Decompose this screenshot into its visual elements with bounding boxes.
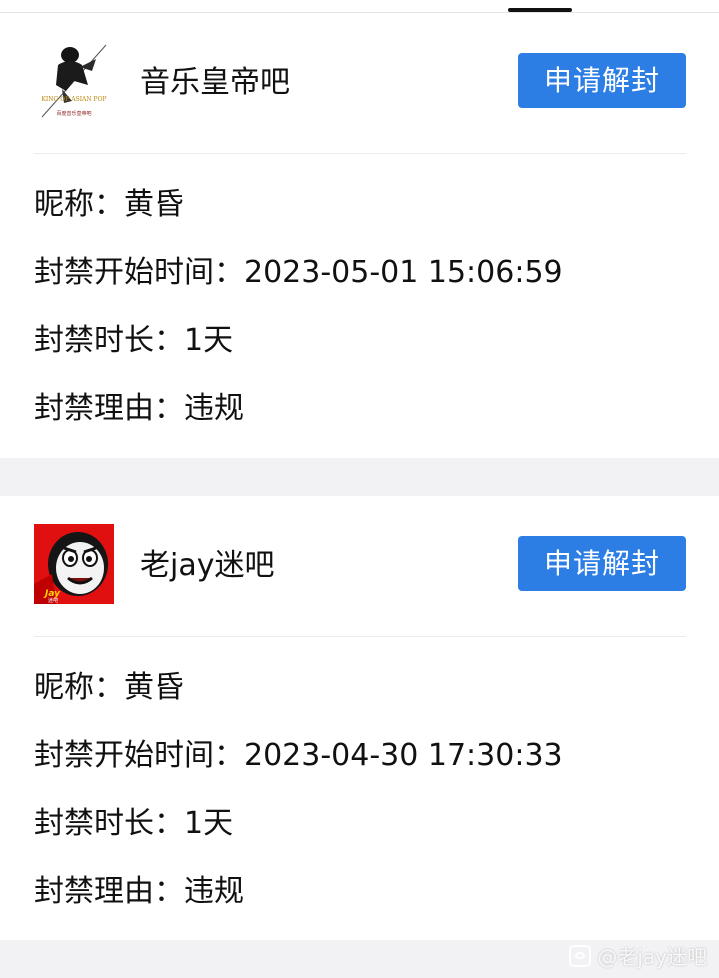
appeal-unban-button[interactable]: 申请解封	[518, 53, 686, 108]
active-tab-indicator	[508, 8, 572, 12]
ban-reason-row: 封禁理由：违规	[34, 872, 694, 940]
ban-start-time-row: 封禁开始时间：2023-05-01 15:06:59	[34, 253, 694, 321]
ban-start-time-label: 封禁开始时间：	[34, 738, 244, 773]
svg-text:百度音乐皇帝吧: 百度音乐皇帝吧	[56, 110, 91, 117]
jay-fan-avatar-icon: Jay 迷吧	[34, 524, 114, 604]
svg-text:KING OF ASIAN POP: KING OF ASIAN POP	[41, 96, 106, 103]
ban-reason-value: 违规	[184, 391, 244, 426]
nickname-row: 昵称：黄昏	[34, 668, 694, 736]
ban-card-header: Jay 迷吧 老jay迷吧 申请解封	[34, 496, 686, 637]
tieba-logo-icon	[569, 944, 592, 967]
nickname-value: 黄昏	[124, 670, 184, 705]
ban-duration-label: 封禁时长：	[34, 323, 184, 358]
ban-duration-row: 封禁时长：1天	[34, 804, 694, 872]
ban-duration-value: 1天	[184, 806, 234, 841]
ban-start-time-value: 2023-05-01 15:06:59	[244, 255, 563, 290]
ban-info-list: 昵称：黄昏 封禁开始时间：2023-05-01 15:06:59 封禁时长：1天…	[34, 185, 694, 457]
ban-card-header: KING OF ASIAN POP 百度音乐皇帝吧 音乐皇帝吧 申请解封	[34, 13, 686, 154]
nickname-label: 昵称：	[34, 187, 124, 222]
ban-card: KING OF ASIAN POP 百度音乐皇帝吧 音乐皇帝吧 申请解封 昵称：…	[0, 13, 719, 458]
ban-duration-row: 封禁时长：1天	[34, 321, 694, 389]
ban-card: Jay 迷吧 老jay迷吧 申请解封 昵称：黄昏 封禁开始时间：2023-04-…	[0, 496, 719, 940]
ban-start-time-label: 封禁开始时间：	[34, 255, 244, 290]
nickname-row: 昵称：黄昏	[34, 185, 694, 253]
ban-duration-value: 1天	[184, 323, 234, 358]
ban-reason-value: 违规	[184, 874, 244, 909]
forum-avatar[interactable]: Jay 迷吧	[34, 524, 114, 604]
nickname-label: 昵称：	[34, 670, 124, 705]
king-of-asian-pop-avatar-icon: KING OF ASIAN POP 百度音乐皇帝吧	[34, 41, 114, 121]
top-tab-bar	[0, 0, 719, 13]
ban-start-time-value: 2023-04-30 17:30:33	[244, 738, 563, 773]
forum-name[interactable]: 老jay迷吧	[140, 546, 274, 586]
forum-avatar[interactable]: KING OF ASIAN POP 百度音乐皇帝吧	[34, 41, 114, 121]
watermark-text: @老jay迷吧	[597, 945, 707, 969]
ban-info-list: 昵称：黄昏 封禁开始时间：2023-04-30 17:30:33 封禁时长：1天…	[34, 668, 694, 940]
ban-reason-label: 封禁理由：	[34, 874, 184, 909]
forum-name[interactable]: 音乐皇帝吧	[140, 63, 290, 103]
nickname-value: 黄昏	[124, 187, 184, 222]
ban-duration-label: 封禁时长：	[34, 806, 184, 841]
ban-start-time-row: 封禁开始时间：2023-04-30 17:30:33	[34, 736, 694, 804]
appeal-unban-button[interactable]: 申请解封	[518, 536, 686, 591]
svg-text:迷吧: 迷吧	[48, 597, 58, 604]
watermark: @老jay迷吧	[569, 941, 707, 970]
ban-reason-label: 封禁理由：	[34, 391, 184, 426]
ban-reason-row: 封禁理由：违规	[34, 389, 694, 457]
